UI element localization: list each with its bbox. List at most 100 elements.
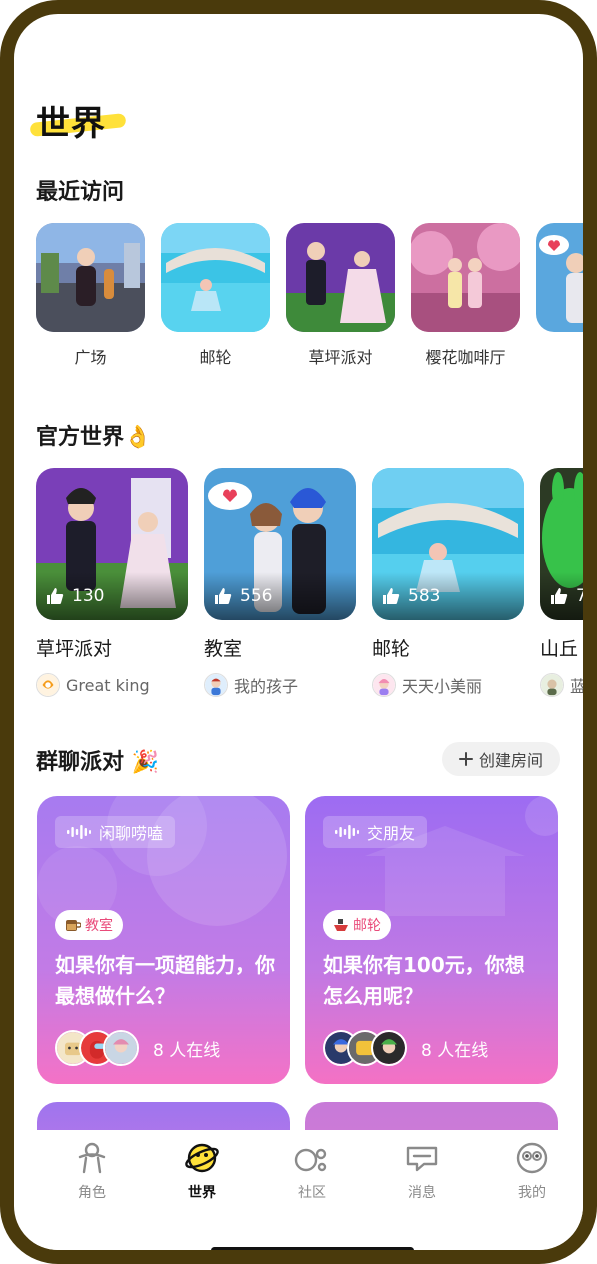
recent-item-classroom[interactable]: 教 [536, 223, 583, 383]
party-tag: 闲聊唠嗑 [55, 816, 176, 848]
author-avatar [204, 673, 228, 697]
author-avatar [372, 673, 396, 697]
tab-messages[interactable]: 消息 [382, 1140, 462, 1202]
world-thumb: 583 [372, 468, 524, 620]
group-section-title: 群聊派对 🎉 [36, 750, 160, 775]
world-thumb: 7 [540, 468, 583, 620]
world-card-hill[interactable]: 7 山丘 蓝 [540, 468, 583, 718]
author-name: 我的孩子 [234, 677, 299, 696]
tab-community[interactable]: 社区 [272, 1140, 352, 1202]
phone-frame: 世界 最近访问 广场 邮轮 草坪派对 樱花咖啡厅 官方世界👌 130 草坪派对 … [0, 0, 597, 1264]
author-name: 天天小美丽 [402, 677, 483, 696]
party-card-friends[interactable]: 交朋友 邮轮 如果你有100元，你想怎么用呢？ 8 人在线 [305, 796, 558, 1084]
world-card-lawn-party[interactable]: 130 草坪派对 Great king [36, 468, 188, 718]
world-name: 教室 [204, 638, 243, 660]
recent-label: 教 [582, 344, 583, 368]
world-name: 邮轮 [372, 638, 411, 660]
page-title-wrap: 世界 [29, 96, 156, 144]
thumbs-up-icon [551, 588, 568, 604]
community-icon [294, 1148, 327, 1172]
online-count: 8 人在线 [153, 1040, 221, 1061]
tab-label: 社区 [298, 1185, 326, 1201]
bottom-tab-bar: 角色 世界 社区 消息 我的 [28, 1130, 583, 1250]
official-world-list: 130 草坪派对 Great king 556 教室 我的孩子 583 邮轮 天… [36, 468, 583, 718]
world-author[interactable]: Great king [36, 673, 188, 697]
party-tag: 交朋友 [323, 816, 428, 848]
tab-label: 我的 [518, 1185, 546, 1201]
member-avatar [103, 1030, 139, 1066]
create-room-label: 创建房间 [478, 751, 543, 770]
screen: 世界 最近访问 广场 邮轮 草坪派对 樱花咖啡厅 官方世界👌 130 草坪派对 … [14, 14, 583, 1250]
tab-label: 角色 [78, 1185, 106, 1201]
author-avatar [540, 673, 564, 697]
recent-thumb-classroom [536, 223, 583, 332]
home-indicator[interactable] [211, 1247, 414, 1250]
cup-icon [66, 920, 81, 931]
recent-item-sakura-cafe[interactable]: 樱花咖啡厅 [411, 223, 520, 383]
online-row: 8 人在线 [323, 1030, 488, 1066]
world-card-classroom[interactable]: 556 教室 我的孩子 [204, 468, 356, 718]
recent-section-title: 最近访问 [36, 180, 125, 205]
plus-icon [458, 752, 473, 766]
member-avatar [371, 1030, 407, 1066]
world-thumb: 130 [36, 468, 188, 620]
tab-label: 世界 [188, 1185, 216, 1201]
location-label: 邮轮 [353, 918, 381, 934]
online-row: 8 人在线 [55, 1030, 220, 1066]
official-section-title: 官方世界👌 [36, 425, 152, 450]
online-count: 8 人在线 [421, 1040, 489, 1061]
like-count: 7 [540, 572, 583, 620]
sound-wave-icon [335, 825, 359, 839]
like-count: 556 [204, 572, 356, 620]
recent-thumb-plaza [36, 223, 145, 332]
sound-wave-icon [67, 825, 91, 839]
thumbs-up-icon [383, 588, 400, 604]
world-name: 草坪派对 [36, 638, 113, 660]
party-question: 如果你有一项超能力，你最想做什么？ [55, 953, 275, 1008]
like-count-text: 130 [72, 586, 105, 606]
world-name: 山丘 [540, 638, 579, 660]
character-icon [78, 1142, 106, 1174]
world-card-cruise[interactable]: 583 邮轮 天天小美丽 [372, 468, 524, 718]
recent-label: 广场 [74, 348, 107, 367]
party-tag-label: 交朋友 [367, 824, 416, 843]
recent-thumb-sakura-cafe [411, 223, 520, 332]
location-label: 教室 [85, 918, 113, 934]
party-question: 如果你有100元，你想怎么用呢？ [323, 953, 525, 1008]
tab-world[interactable]: 世界 [162, 1140, 242, 1202]
thumbs-up-icon [215, 588, 232, 604]
world-author[interactable]: 我的孩子 [204, 673, 356, 697]
recent-label: 草坪派对 [308, 348, 373, 367]
author-name: 蓝 [570, 673, 583, 697]
planet-icon [185, 1143, 219, 1173]
recent-list: 广场 邮轮 草坪派对 樱花咖啡厅 [36, 223, 583, 383]
recent-thumb-lawn-party [286, 223, 395, 332]
page-title: 世界 [36, 104, 106, 144]
thumbs-up-icon [47, 588, 64, 604]
recent-item-plaza[interactable]: 广场 [36, 223, 145, 383]
create-room-button[interactable]: 创建房间 [442, 742, 560, 776]
tab-character[interactable]: 角色 [52, 1140, 132, 1202]
recent-item-cruise[interactable]: 邮轮 [161, 223, 270, 383]
tab-label: 消息 [408, 1185, 436, 1201]
like-count-text: 556 [240, 586, 273, 606]
recent-thumb-cruise [161, 223, 270, 332]
world-author[interactable]: 天天小美丽 [372, 673, 524, 697]
like-count-text: 7 [576, 586, 583, 606]
profile-icon [516, 1142, 548, 1174]
like-count: 130 [36, 572, 188, 620]
ship-icon [334, 919, 348, 931]
author-name: Great king [66, 675, 150, 695]
author-avatar [36, 673, 60, 697]
location-badge[interactable]: 教室 [55, 910, 123, 940]
location-badge[interactable]: 邮轮 [323, 910, 391, 940]
world-author[interactable]: 蓝 [540, 673, 583, 697]
party-card-chat[interactable]: 闲聊唠嗑 教室 如果你有一项超能力，你最想做什么？ 8 人在线 [37, 796, 290, 1084]
recent-item-lawn-party[interactable]: 草坪派对 [286, 223, 395, 383]
like-count-text: 583 [408, 586, 441, 606]
recent-label: 邮轮 [199, 348, 232, 367]
world-thumb: 556 [204, 468, 356, 620]
like-count: 583 [372, 572, 524, 620]
recent-label: 樱花咖啡厅 [425, 348, 506, 367]
tab-profile[interactable]: 我的 [492, 1140, 572, 1202]
